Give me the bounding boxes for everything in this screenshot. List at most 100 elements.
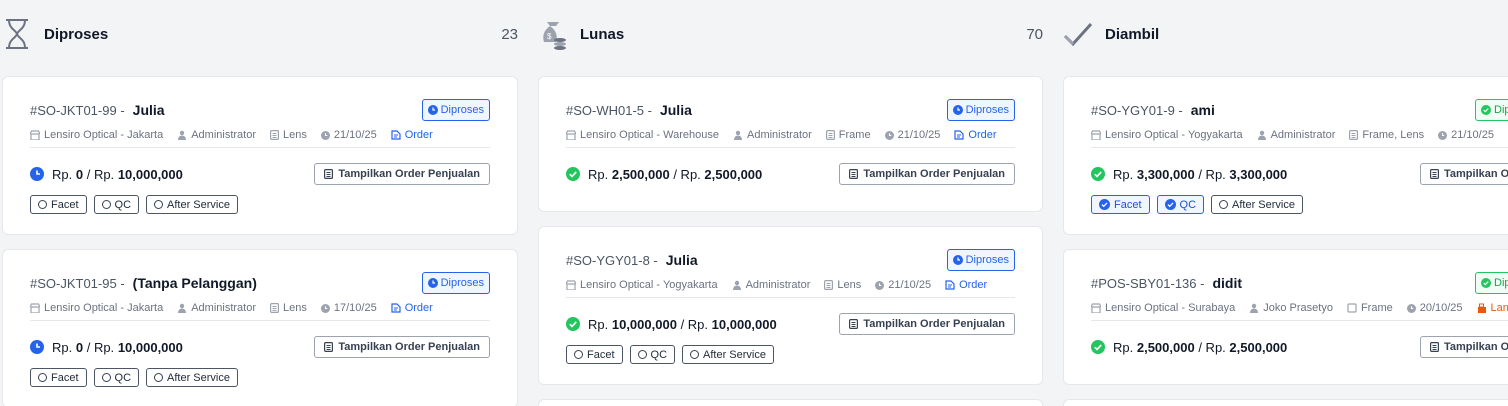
column-count: 23: [501, 25, 518, 43]
show-sales-order-button[interactable]: Tampilkan Order Penjualan: [314, 163, 490, 185]
unchecked-circle-icon: [38, 373, 47, 382]
document-icon: [849, 319, 859, 329]
show-sales-order-button[interactable]: Tampilkan Order Penjualan: [839, 163, 1015, 185]
payment-amount: Rp. 2,500,000 / Rp. 2,500,000: [1113, 339, 1288, 355]
qc-chip[interactable]: QC: [93, 368, 140, 387]
order-type: Order: [968, 129, 997, 141]
payment-amount: Rp. 3,300,000 / Rp. 3,300,000: [1113, 166, 1288, 182]
clock-icon: [952, 105, 963, 115]
document-icon: [270, 130, 280, 140]
cash-register-icon: [1477, 303, 1486, 313]
order-date: 21/10/25: [897, 129, 941, 141]
order-type: Order: [959, 279, 988, 291]
after-service-chip[interactable]: After Service: [1211, 195, 1303, 214]
user-name: Administrator: [191, 302, 257, 314]
show-sales-order-button[interactable]: Tampilkan Order Penjualan: [839, 313, 1015, 335]
check-circle-icon: [1099, 199, 1110, 210]
qc-chip[interactable]: QC: [629, 345, 676, 364]
column-lunas: $ Lunas 70 #SO-WH01-5 - Julia Diproses L…: [538, 0, 1043, 406]
order-number: #SO-JKT01-95 -: [30, 275, 125, 291]
status-badge: Diproses: [421, 99, 490, 121]
order-type: Order: [404, 129, 433, 141]
items: Frame: [1360, 302, 1393, 314]
unchecked-circle-icon: [154, 373, 164, 382]
divider: [1091, 147, 1508, 148]
facet-chip[interactable]: Facet: [1091, 195, 1150, 214]
customer-name: ami: [1190, 102, 1215, 118]
clock-icon: [1438, 130, 1448, 140]
order-type: Order: [404, 302, 433, 314]
clock-icon: [884, 130, 894, 140]
status-label: Diproses: [1494, 277, 1508, 289]
order-icon: [391, 130, 401, 140]
column-diproses: Diproses 23 #SO-JKT01-99 - Julia Diprose…: [2, 0, 518, 406]
order-card[interactable]: #POS-SBY01-136 - didit Diproses Lensiro …: [1063, 249, 1508, 385]
store-icon: [30, 303, 40, 313]
clock-icon: [320, 303, 330, 313]
customer-name: (Tanpa Pelanggan): [132, 275, 257, 291]
after-service-chip[interactable]: After Service: [146, 195, 238, 214]
column-diambil: Diambil #SO-YGY01-9 - ami Diproses Lensi…: [1063, 0, 1508, 406]
process-checklist: Facet QC After Service: [30, 368, 238, 387]
order-card[interactable]: [1063, 399, 1508, 406]
user-icon: [1257, 130, 1266, 140]
qc-chip[interactable]: QC: [93, 195, 140, 214]
order-icon: [954, 130, 965, 140]
document-icon: [849, 169, 859, 179]
after-service-chip[interactable]: After Service: [682, 345, 774, 364]
order-icon: [391, 303, 401, 313]
clock-icon: [952, 255, 963, 265]
status-badge: Diproses: [1475, 99, 1508, 121]
qc-chip[interactable]: QC: [1156, 195, 1205, 214]
order-card[interactable]: #SO-YGY01-8 - Julia Diproses Lensiro Opt…: [538, 226, 1043, 385]
order-card[interactable]: #SO-JKT01-95 - (Tanpa Pelanggan) Diprose…: [2, 249, 518, 406]
store-icon: [30, 130, 40, 140]
user-icon: [178, 303, 187, 313]
divider: [30, 320, 490, 321]
order-card[interactable]: #SO-WH01-5 - Julia Diproses Lensiro Opti…: [538, 76, 1043, 212]
order-card[interactable]: [538, 399, 1043, 406]
facet-chip[interactable]: Facet: [566, 345, 623, 364]
check-circle-icon: [1091, 167, 1105, 181]
check-icon: [1063, 17, 1093, 51]
order-date: 20/10/25: [1419, 302, 1463, 314]
clock-icon: [875, 280, 885, 290]
after-service-chip[interactable]: After Service: [146, 368, 238, 387]
payment-amount: Rp. 0 / Rp. 10,000,000: [52, 166, 183, 182]
check-circle-icon: [1091, 340, 1105, 354]
check-circle-icon: [1164, 199, 1176, 210]
divider: [566, 147, 1015, 148]
check-circle-icon: [566, 167, 580, 181]
items: Lens: [837, 279, 862, 291]
show-sales-order-button[interactable]: Tampilkan Order Penjualan: [1420, 163, 1508, 185]
document-icon: [824, 280, 834, 290]
document-icon: [1430, 342, 1439, 352]
payment-amount: Rp. 0 / Rp. 10,000,000: [52, 339, 183, 355]
order-card[interactable]: #SO-YGY01-9 - ami Diproses Lensiro Optic…: [1063, 76, 1508, 235]
facet-chip[interactable]: Facet: [30, 368, 87, 387]
clock-icon: [320, 130, 330, 140]
branch-name: Lensiro Optical - Surabaya: [1105, 302, 1236, 314]
show-sales-order-button[interactable]: Tampilkan Order Penjualan: [1420, 336, 1508, 358]
column-title: Diambil: [1105, 25, 1160, 43]
customer-name: Julia: [132, 102, 165, 118]
payment-amount: Rp. 2,500,000 / Rp. 2,500,000: [588, 166, 763, 182]
check-circle-icon: [1481, 278, 1491, 288]
document-icon: [270, 303, 280, 313]
payment-amount: Rp. 10,000,000 / Rp. 10,000,000: [588, 316, 777, 332]
facet-chip[interactable]: Facet: [30, 195, 87, 214]
money-bag-icon: $: [538, 17, 568, 51]
show-sales-order-button[interactable]: Tampilkan Order Penjualan: [314, 336, 490, 358]
status-badge: Diproses: [1475, 272, 1508, 294]
order-date: 17/10/25: [333, 302, 377, 314]
order-card[interactable]: #SO-JKT01-99 - Julia Diproses Lensiro Op…: [2, 76, 518, 235]
user-name: Administrator: [191, 129, 257, 141]
order-date: 21/10/25: [888, 279, 932, 291]
unchecked-circle-icon: [637, 350, 647, 359]
unchecked-circle-icon: [154, 200, 164, 209]
process-checklist: Facet QC After Service: [30, 195, 238, 214]
status-badge: Diproses: [421, 272, 490, 294]
status-label: Diproses: [440, 277, 484, 289]
branch-name: Lensiro Optical - Jakarta: [44, 302, 164, 314]
store-icon: [1091, 303, 1101, 313]
